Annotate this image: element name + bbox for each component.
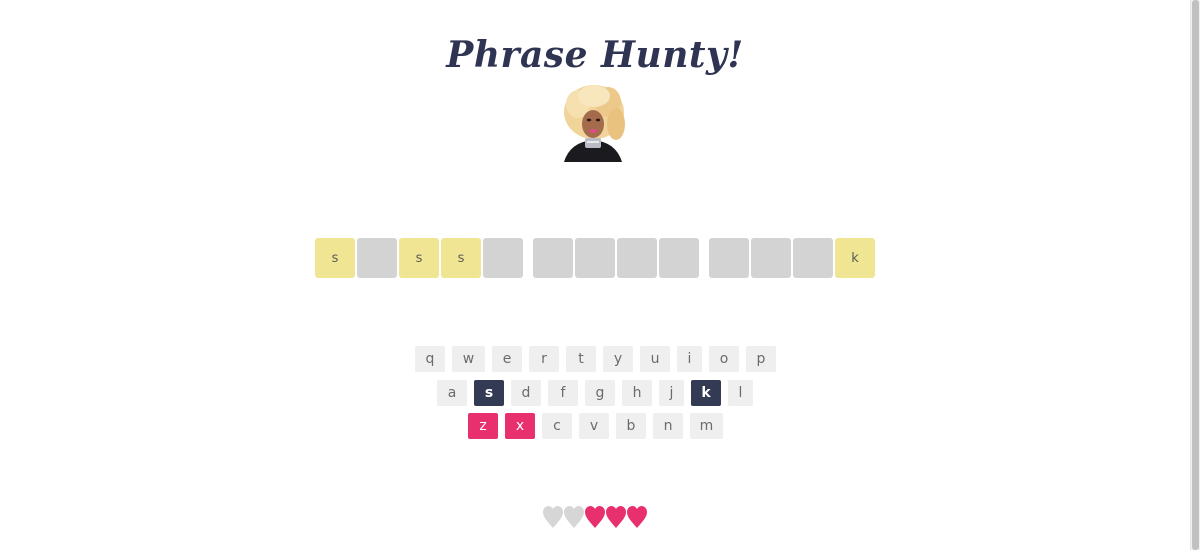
key-s[interactable]: s xyxy=(474,380,504,406)
heart-full-icon xyxy=(606,506,626,528)
scrollbar[interactable] xyxy=(1190,0,1200,550)
key-n[interactable]: n xyxy=(653,413,683,439)
letter-tile xyxy=(793,238,833,278)
key-g[interactable]: g xyxy=(585,380,615,406)
key-w[interactable]: w xyxy=(452,346,485,372)
letter-tile: k xyxy=(835,238,875,278)
heart-empty-icon xyxy=(543,506,563,528)
heart-empty-icon xyxy=(564,506,584,528)
key-u[interactable]: u xyxy=(640,346,670,372)
letter-tile xyxy=(751,238,791,278)
letter-tile xyxy=(659,238,699,278)
key-k[interactable]: k xyxy=(691,380,721,406)
game-page: Phrase Hunty! sssk qwertyuiopasdfghjklzx… xyxy=(0,0,1190,550)
key-l[interactable]: l xyxy=(728,380,753,406)
key-b[interactable]: b xyxy=(616,413,646,439)
key-o[interactable]: o xyxy=(709,346,739,372)
key-v[interactable]: v xyxy=(579,413,609,439)
key-j[interactable]: j xyxy=(659,380,684,406)
key-c[interactable]: c xyxy=(542,413,572,439)
page-title: Phrase Hunty! xyxy=(446,34,744,76)
key-i[interactable]: i xyxy=(677,346,702,372)
key-p[interactable]: p xyxy=(746,346,776,372)
key-r[interactable]: r xyxy=(529,346,559,372)
key-f[interactable]: f xyxy=(548,380,578,406)
letter-tile: s xyxy=(441,238,481,278)
letter-tile xyxy=(709,238,749,278)
key-h[interactable]: h xyxy=(622,380,652,406)
letter-tile xyxy=(483,238,523,278)
letter-tile xyxy=(617,238,657,278)
letter-tile xyxy=(533,238,573,278)
key-q[interactable]: q xyxy=(415,346,445,372)
key-z[interactable]: z xyxy=(468,413,498,439)
letter-tile xyxy=(575,238,615,278)
scrollbar-thumb[interactable] xyxy=(1192,0,1199,550)
letter-tile: s xyxy=(399,238,439,278)
key-e[interactable]: e xyxy=(492,346,522,372)
key-x[interactable]: x xyxy=(505,413,535,439)
key-d[interactable]: d xyxy=(511,380,541,406)
key-y[interactable]: y xyxy=(603,346,633,372)
key-a[interactable]: a xyxy=(437,380,467,406)
key-t[interactable]: t xyxy=(566,346,596,372)
host-avatar xyxy=(564,85,625,162)
key-m[interactable]: m xyxy=(690,413,723,439)
letter-tile: s xyxy=(315,238,355,278)
heart-full-icon xyxy=(627,506,647,528)
letter-tile xyxy=(357,238,397,278)
heart-full-icon xyxy=(585,506,605,528)
